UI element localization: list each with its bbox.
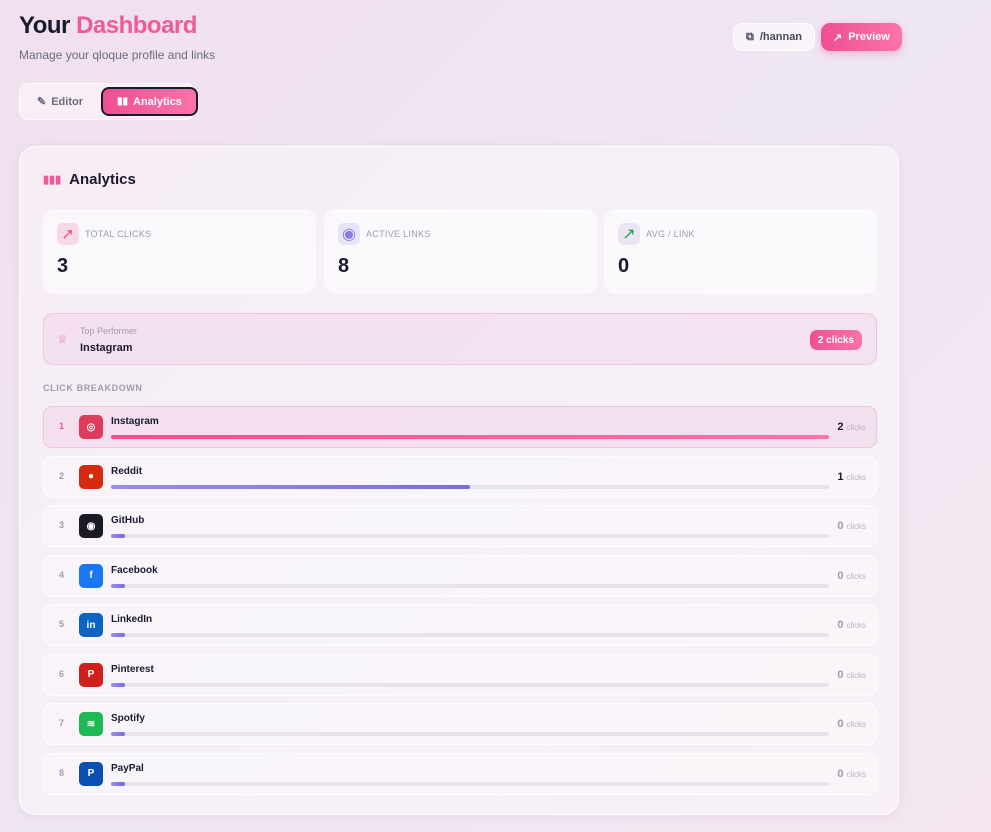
bar-chart-icon: ▮▮ xyxy=(117,96,128,107)
link-name: Spotify xyxy=(111,713,145,724)
bar-chart-icon: ▮▮▮ xyxy=(43,173,61,186)
progress-bar xyxy=(111,732,829,736)
cursor-click-icon: ➚ xyxy=(57,223,79,245)
progress-bar xyxy=(111,633,829,637)
top-performer: ♕ Top Performer Instagram 2 clicks xyxy=(43,313,877,365)
click-count: 0clicks xyxy=(837,619,866,631)
progress-bar xyxy=(111,683,829,687)
click-breakdown-list: 1 ◎ Instagram 2clicks 2 ● Reddit 1clicks 3… xyxy=(43,406,877,802)
list-item[interactable]: 6 P Pinterest 0clicks xyxy=(43,654,877,696)
progress-fill xyxy=(111,782,125,786)
progress-bar xyxy=(111,485,829,489)
reddit-icon: ● xyxy=(79,465,103,489)
list-item[interactable]: 8 P PayPal 0clicks xyxy=(43,753,877,795)
progress-fill xyxy=(111,435,829,439)
rank: 1 xyxy=(59,421,64,431)
progress-fill xyxy=(111,732,125,736)
click-count: 0clicks xyxy=(837,718,866,730)
list-item[interactable]: 2 ● Reddit 1clicks xyxy=(43,456,877,498)
click-count: 0clicks xyxy=(837,669,866,681)
progress-fill xyxy=(111,534,125,538)
progress-fill xyxy=(111,584,125,588)
top-performer-badge: 2 clicks xyxy=(810,330,862,350)
external-link-icon: ↗ xyxy=(833,31,842,44)
click-count: 0clicks xyxy=(837,570,866,582)
link-name: PayPal xyxy=(111,763,144,774)
trophy-icon: ♕ xyxy=(57,332,68,346)
rank: 2 xyxy=(59,471,64,481)
section-label: CLICK BREAKDOWN xyxy=(43,383,143,393)
list-item[interactable]: 1 ◎ Instagram 2clicks xyxy=(43,406,877,448)
link-name: Reddit xyxy=(111,466,142,477)
progress-bar xyxy=(111,534,829,538)
spotify-icon: ≋ xyxy=(79,712,103,736)
rank: 4 xyxy=(59,570,64,580)
analytics-heading: ▮▮▮Analytics xyxy=(43,171,136,188)
list-item[interactable]: 3 ◉ GitHub 0clicks xyxy=(43,505,877,547)
page-subtitle: Manage your qloque profile and links xyxy=(19,48,215,62)
stat-avg-per-link: ↗ AVG / LINK 0 xyxy=(604,209,877,294)
preview-button[interactable]: ↗Preview xyxy=(821,23,902,51)
pinterest-icon: P xyxy=(79,663,103,687)
analytics-card: ▮▮▮Analytics ➚ TOTAL CLICKS 3 ◉ ACTIVE L… xyxy=(19,146,899,815)
link-name: LinkedIn xyxy=(111,614,152,625)
instagram-icon: ◎ xyxy=(79,415,103,439)
github-icon: ◉ xyxy=(79,514,103,538)
click-count: 2clicks xyxy=(837,421,866,433)
link-name: Pinterest xyxy=(111,664,154,675)
stat-total-clicks: ➚ TOTAL CLICKS 3 xyxy=(43,209,316,294)
linkedin-icon: in xyxy=(79,613,103,637)
eye-icon: ◉ xyxy=(338,223,360,245)
copy-icon: ⧉ xyxy=(746,31,754,44)
progress-bar xyxy=(111,584,829,588)
link-name: Instagram xyxy=(111,416,159,427)
facebook-icon: f xyxy=(79,564,103,588)
list-item[interactable]: 5 in LinkedIn 0clicks xyxy=(43,604,877,646)
progress-fill xyxy=(111,683,125,687)
page-title: Your Dashboard xyxy=(19,12,197,40)
progress-bar xyxy=(111,782,829,786)
click-count: 0clicks xyxy=(837,768,866,780)
pencil-icon: ✎ xyxy=(37,95,46,108)
rank: 8 xyxy=(59,768,64,778)
progress-fill xyxy=(111,633,125,637)
link-name: Facebook xyxy=(111,565,158,576)
progress-bar xyxy=(111,435,829,439)
paypal-icon: P xyxy=(79,762,103,786)
copy-slug-button[interactable]: ⧉/hannan xyxy=(733,23,815,51)
click-count: 0clicks xyxy=(837,520,866,532)
tab-analytics[interactable]: ▮▮Analytics xyxy=(101,87,198,116)
rank: 6 xyxy=(59,669,64,679)
link-name: GitHub xyxy=(111,515,144,526)
list-item[interactable]: 4 f Facebook 0clicks xyxy=(43,555,877,597)
click-count: 1clicks xyxy=(837,471,866,483)
tab-editor[interactable]: ✎Editor xyxy=(23,87,97,116)
progress-fill xyxy=(111,485,470,489)
rank: 5 xyxy=(59,619,64,629)
stat-active-links: ◉ ACTIVE LINKS 8 xyxy=(324,209,597,294)
view-tabs: ✎Editor ▮▮Analytics xyxy=(19,83,195,120)
rank: 3 xyxy=(59,520,64,530)
list-item[interactable]: 7 ≋ Spotify 0clicks xyxy=(43,703,877,745)
rank: 7 xyxy=(59,718,64,728)
trending-up-icon: ↗ xyxy=(618,223,640,245)
